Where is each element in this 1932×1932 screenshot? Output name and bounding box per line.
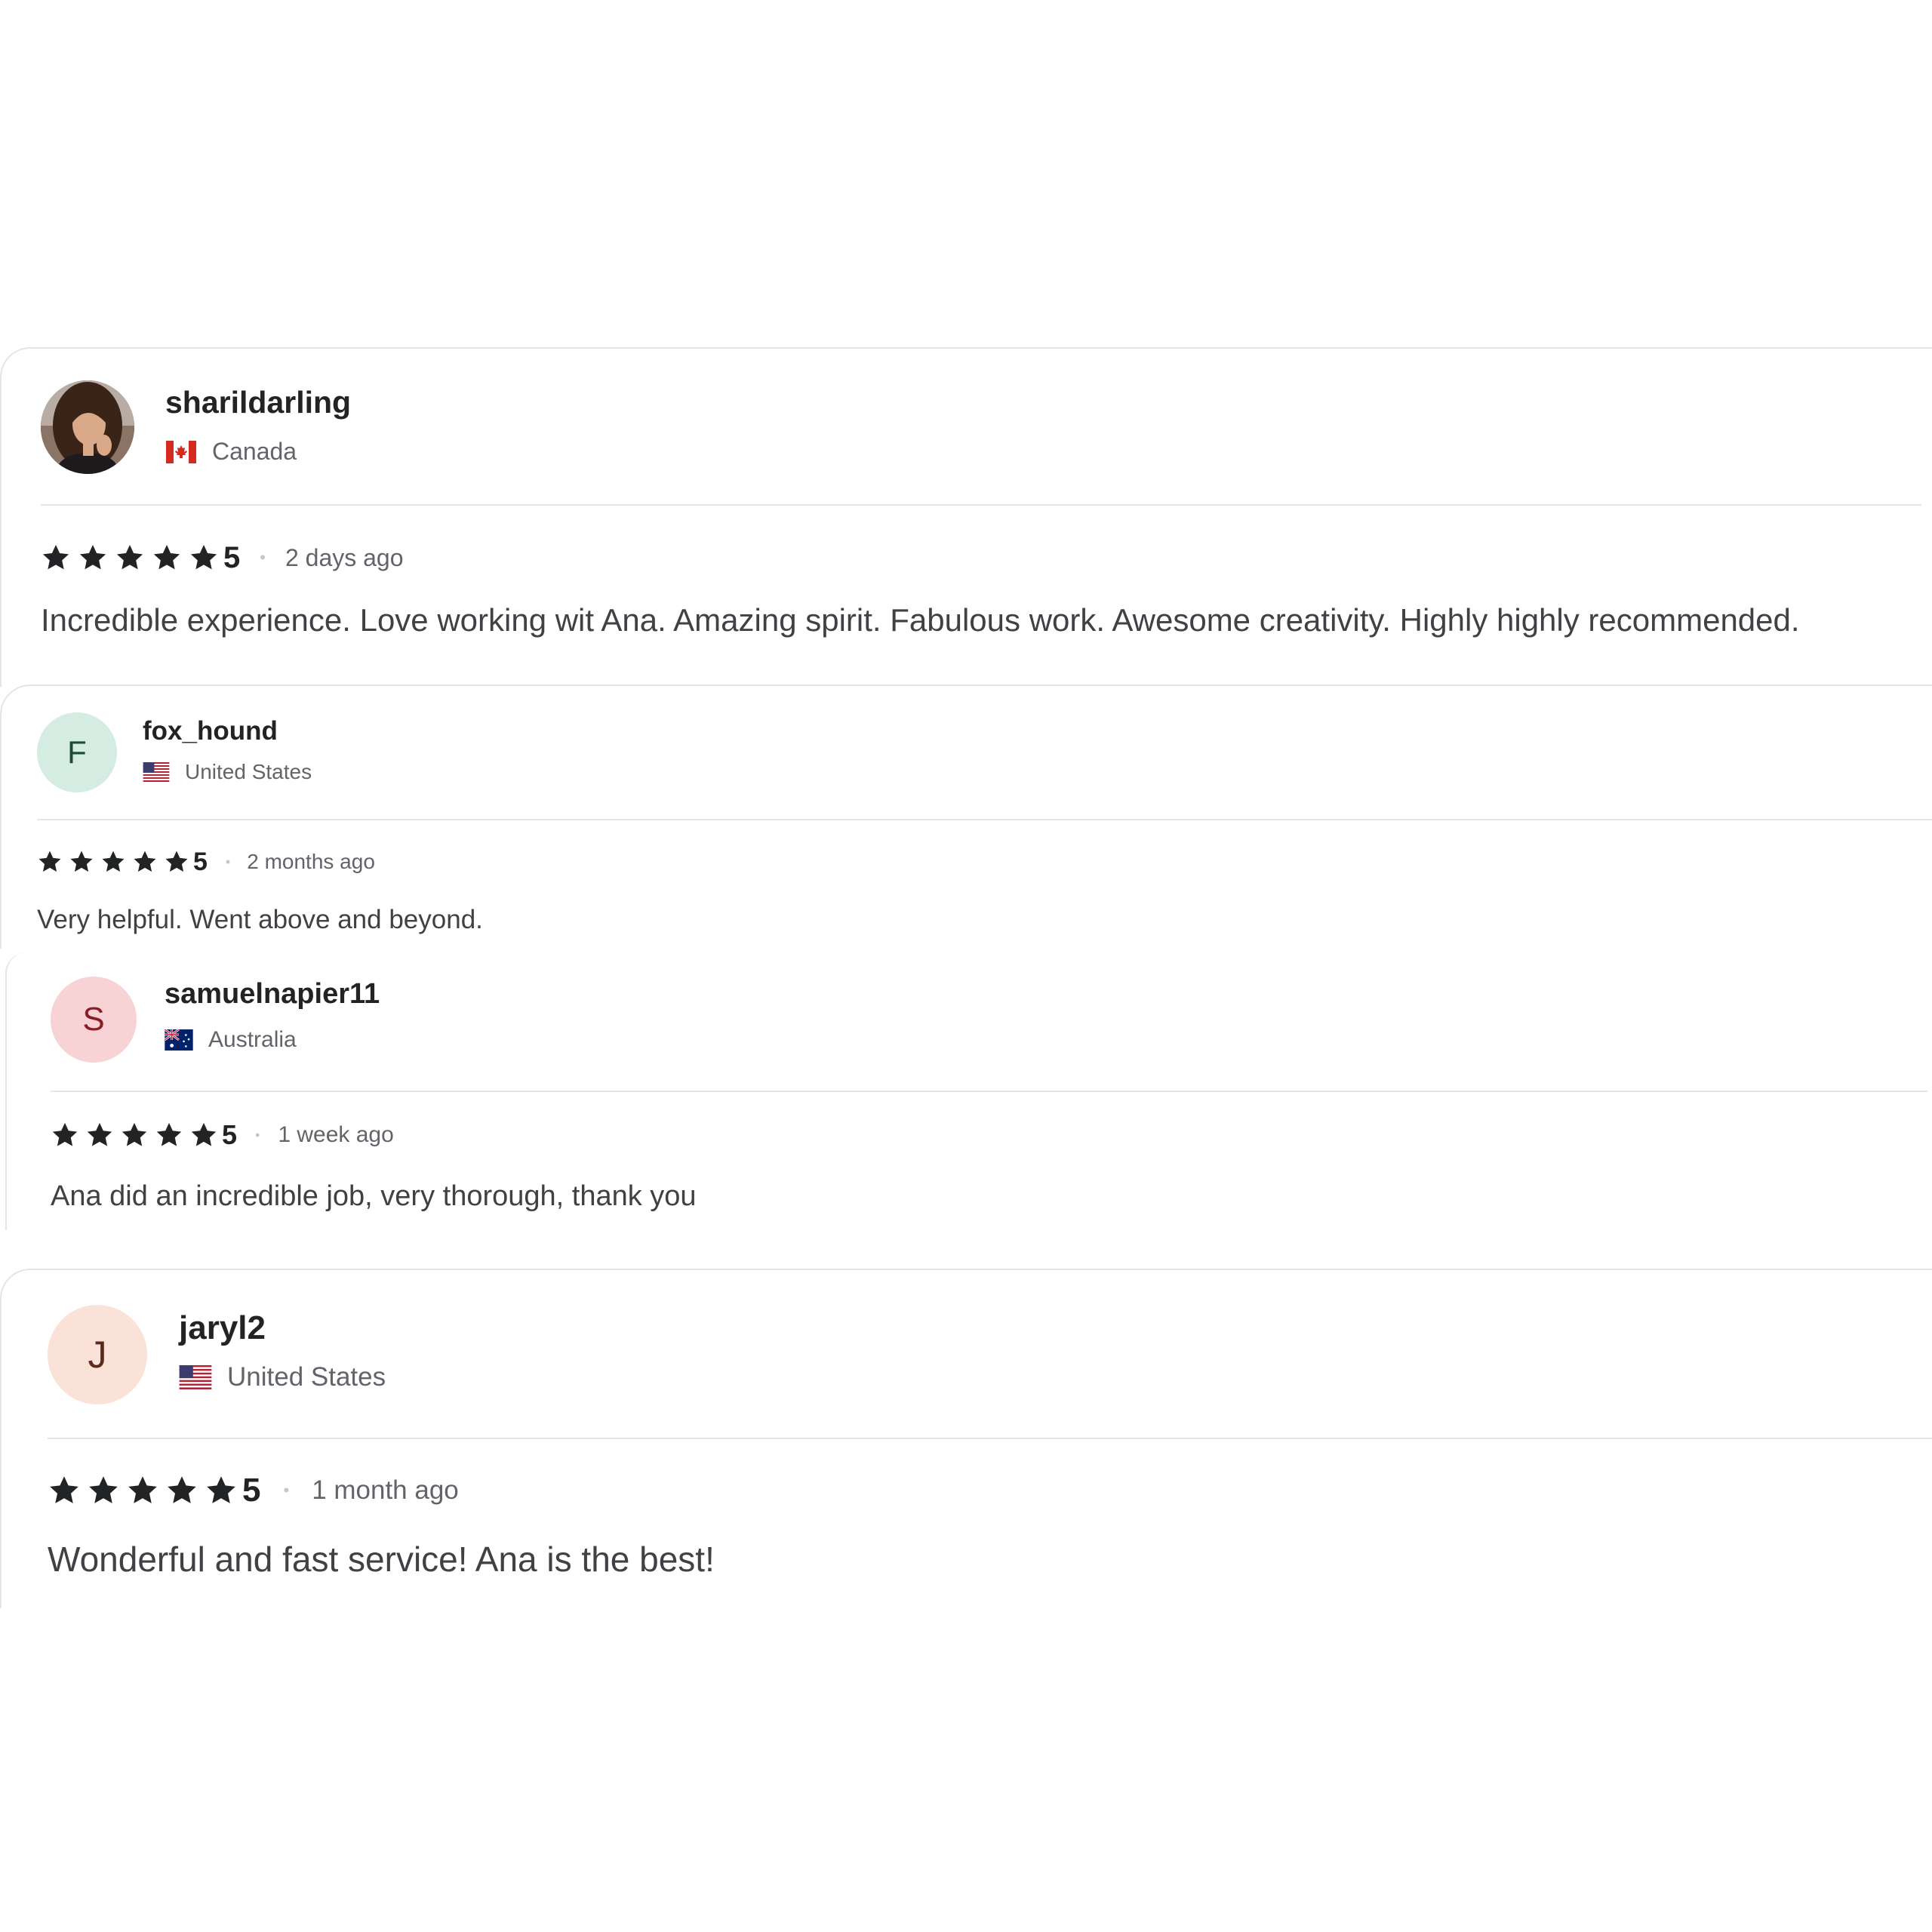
country-label: Australia	[208, 1027, 297, 1052]
star-icon	[120, 1121, 149, 1149]
flag-united-states-icon	[179, 1365, 212, 1389]
star-rating	[48, 1474, 242, 1507]
country-label: United States	[227, 1362, 386, 1392]
star-icon	[87, 1474, 120, 1507]
separator-dot: •	[260, 548, 266, 567]
avatar-initial: F	[67, 734, 87, 770]
user-photo-icon	[41, 380, 134, 474]
reviewer-country: Australia	[165, 1027, 297, 1053]
review-text: Very helpful. Went above and beyond.	[37, 905, 483, 934]
rating-row: 5 • 1 month ago	[48, 1471, 459, 1510]
separator-dot: •	[225, 854, 231, 869]
avatar[interactable]: J	[48, 1305, 147, 1404]
rating-score: 5	[193, 847, 208, 876]
divider	[41, 504, 1921, 506]
star-icon	[48, 1474, 81, 1507]
star-icon	[164, 849, 189, 875]
flag-canada-icon	[165, 441, 197, 463]
star-icon	[115, 543, 145, 573]
reviewer-country: Canada	[165, 438, 297, 466]
rating-row: 5 • 1 week ago	[51, 1118, 394, 1152]
rating-score: 5	[242, 1472, 261, 1509]
star-rating	[51, 1121, 222, 1149]
review-card: J jaryl2 United States 5 • 1 month ago W…	[0, 1269, 1932, 1608]
reviews-page: { "reviews": [ { "username": "sharildarl…	[0, 0, 1932, 1932]
reviewer-country: United States	[179, 1362, 386, 1392]
review-text: Incredible experience. Love working wit …	[41, 602, 1800, 638]
star-rating	[37, 849, 193, 875]
review-text: Wonderful and fast service! Ana is the b…	[48, 1540, 715, 1579]
star-icon	[126, 1474, 159, 1507]
rating-row: 5 • 2 days ago	[41, 539, 404, 577]
avatar[interactable]	[41, 380, 134, 474]
star-icon	[51, 1121, 79, 1149]
review-text: Ana did an incredible job, very thorough…	[51, 1180, 697, 1212]
star-icon	[189, 543, 219, 573]
star-icon	[165, 1474, 198, 1507]
star-rating	[41, 543, 223, 573]
flag-australia-icon	[165, 1029, 193, 1051]
star-icon	[155, 1121, 183, 1149]
review-card: F fox_hound United States 5 • 2 months a…	[0, 685, 1932, 949]
avatar-initial: J	[88, 1334, 107, 1376]
review-card: S samuelnapier11 Australia 5 • 1 week ag…	[5, 952, 1932, 1230]
review-time: 2 days ago	[285, 543, 404, 571]
star-icon	[69, 849, 94, 875]
star-icon	[205, 1474, 238, 1507]
separator-dot: •	[255, 1127, 260, 1143]
star-icon	[100, 849, 126, 875]
reviewer-username[interactable]: fox_hound	[143, 716, 278, 746]
avatar[interactable]: S	[51, 977, 137, 1063]
reviewer-username[interactable]: jaryl2	[179, 1309, 266, 1347]
star-icon	[152, 543, 182, 573]
divider	[48, 1438, 1932, 1439]
country-label: United States	[185, 760, 312, 783]
review-time: 1 week ago	[278, 1122, 394, 1147]
divider	[37, 819, 1932, 820]
reviewer-country: United States	[143, 760, 312, 784]
star-icon	[41, 543, 71, 573]
reviewer-username[interactable]: sharildarling	[165, 385, 351, 420]
flag-united-states-icon	[143, 762, 170, 782]
avatar[interactable]: F	[37, 712, 117, 792]
star-icon	[132, 849, 158, 875]
rating-row: 5 • 2 months ago	[37, 846, 375, 878]
star-icon	[37, 849, 63, 875]
avatar-initial: S	[82, 1001, 105, 1038]
divider	[51, 1091, 1927, 1092]
star-icon	[85, 1121, 114, 1149]
review-time: 1 month ago	[312, 1475, 459, 1505]
rating-score: 5	[222, 1119, 238, 1150]
star-icon	[78, 543, 108, 573]
rating-score: 5	[223, 540, 241, 574]
separator-dot: •	[283, 1481, 290, 1500]
reviewer-username[interactable]: samuelnapier11	[165, 978, 380, 1011]
review-card: sharildarling Canada 5 • 2 days ago Incr…	[0, 347, 1932, 687]
country-label: Canada	[212, 438, 297, 465]
review-time: 2 months ago	[247, 850, 375, 873]
star-icon	[189, 1121, 218, 1149]
